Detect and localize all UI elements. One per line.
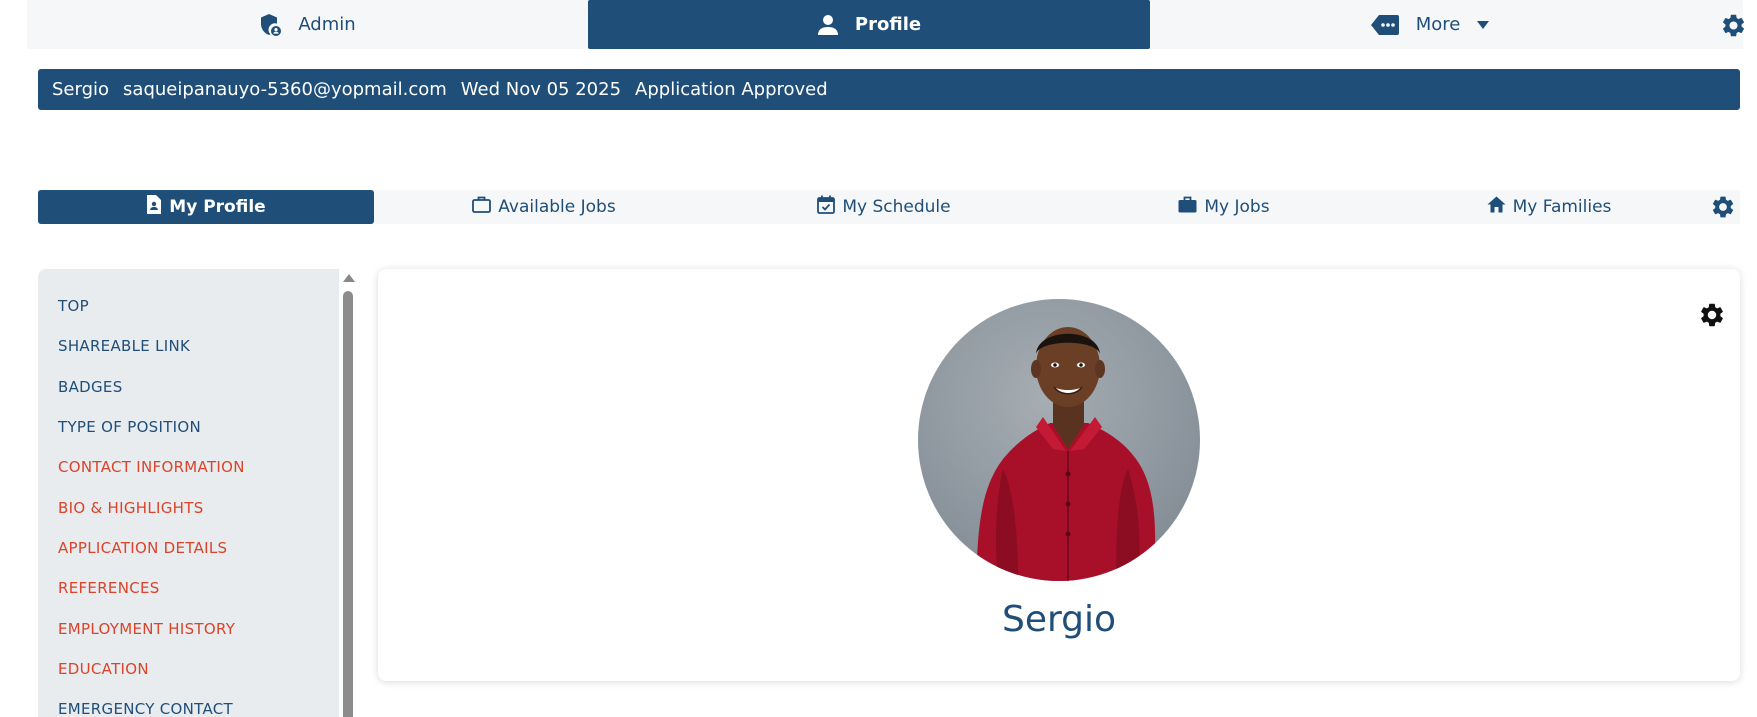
profile-section-sidebar: TOP SHAREABLE LINK BADGES TYPE OF POSITI… bbox=[38, 269, 339, 717]
tab-available-jobs-label: Available Jobs bbox=[498, 197, 616, 217]
user-icon bbox=[817, 14, 839, 36]
home-icon bbox=[1487, 196, 1506, 218]
sidebar-item-top[interactable]: TOP bbox=[38, 286, 339, 326]
tab-my-jobs-label: My Jobs bbox=[1204, 197, 1270, 217]
applicant-info-bar: Sergio saqueipanauyo-5360@yopmail.com We… bbox=[38, 69, 1740, 110]
tab-my-profile-label: My Profile bbox=[169, 197, 266, 217]
sidebar-item-employment-history[interactable]: EMPLOYMENT HISTORY bbox=[38, 608, 339, 648]
sidebar-item-education[interactable]: EDUCATION bbox=[38, 649, 339, 689]
application-status: Application Approved bbox=[635, 79, 828, 100]
profile-name: Sergio bbox=[1001, 599, 1117, 640]
tab-my-families[interactable]: My Families bbox=[1394, 190, 1704, 224]
sidebar-item-contact-information[interactable]: CONTACT INFORMATION bbox=[38, 447, 339, 487]
calendar-check-icon bbox=[817, 195, 836, 219]
sidebar-item-shareable-link[interactable]: SHAREABLE LINK bbox=[38, 326, 339, 366]
shield-user-icon bbox=[258, 13, 282, 37]
tab-my-schedule-label: My Schedule bbox=[842, 197, 951, 217]
tab-my-families-label: My Families bbox=[1512, 197, 1612, 217]
sidebar-item-references[interactable]: REFERENCES bbox=[38, 568, 339, 608]
profile-avatar-photo[interactable] bbox=[918, 299, 1200, 581]
top-nav: Admin Profile More bbox=[27, 0, 1744, 49]
section-list: TOP SHAREABLE LINK BADGES TYPE OF POSITI… bbox=[38, 269, 339, 717]
sidebar-item-bio-highlights[interactable]: BIO & HIGHLIGHTS bbox=[38, 487, 339, 527]
nav-more[interactable]: More bbox=[1150, 0, 1710, 49]
scrollbar-thumb[interactable] bbox=[343, 291, 353, 717]
scroll-up-arrow-icon[interactable] bbox=[343, 274, 355, 282]
chevron-down-icon bbox=[1476, 20, 1490, 30]
tab-my-schedule[interactable]: My Schedule bbox=[714, 190, 1054, 224]
profile-subtabs: My Profile Available Jobs My Schedule My… bbox=[38, 190, 1740, 224]
sidebar-scrollbar[interactable] bbox=[340, 269, 356, 717]
nav-more-label: More bbox=[1415, 14, 1461, 35]
sidebar-item-emergency-contact[interactable]: EMERGENCY CONTACT bbox=[38, 689, 339, 717]
sidebar-item-application-details[interactable]: APPLICATION DETAILS bbox=[38, 528, 339, 568]
sidebar-item-badges[interactable]: BADGES bbox=[38, 367, 339, 407]
nav-profile-label: Profile bbox=[854, 14, 922, 35]
gear-icon[interactable] bbox=[1710, 194, 1736, 220]
gear-icon[interactable] bbox=[1718, 10, 1748, 40]
tab-my-jobs[interactable]: My Jobs bbox=[1054, 190, 1394, 224]
sidebar-item-type-of-position[interactable]: TYPE OF POSITION bbox=[38, 407, 339, 447]
nav-admin[interactable]: Admin bbox=[27, 0, 587, 49]
profile-card: Sergio bbox=[378, 269, 1740, 681]
nav-admin-label: Admin bbox=[298, 14, 356, 35]
applicant-email: saqueipanauyo-5360@yopmail.com bbox=[123, 79, 447, 100]
applicant-name: Sergio bbox=[52, 79, 110, 100]
tag-dots-icon bbox=[1370, 14, 1400, 36]
tab-available-jobs[interactable]: Available Jobs bbox=[374, 190, 714, 224]
briefcase-outline-icon bbox=[472, 196, 492, 218]
tab-my-profile[interactable]: My Profile bbox=[38, 190, 374, 224]
gear-icon[interactable] bbox=[1698, 301, 1726, 329]
nav-profile[interactable]: Profile bbox=[588, 0, 1150, 49]
briefcase-icon bbox=[1178, 196, 1197, 218]
applicant-date: Wed Nov 05 2025 bbox=[460, 79, 622, 100]
avatar-person-illustration bbox=[976, 327, 1156, 581]
document-icon bbox=[146, 195, 162, 219]
